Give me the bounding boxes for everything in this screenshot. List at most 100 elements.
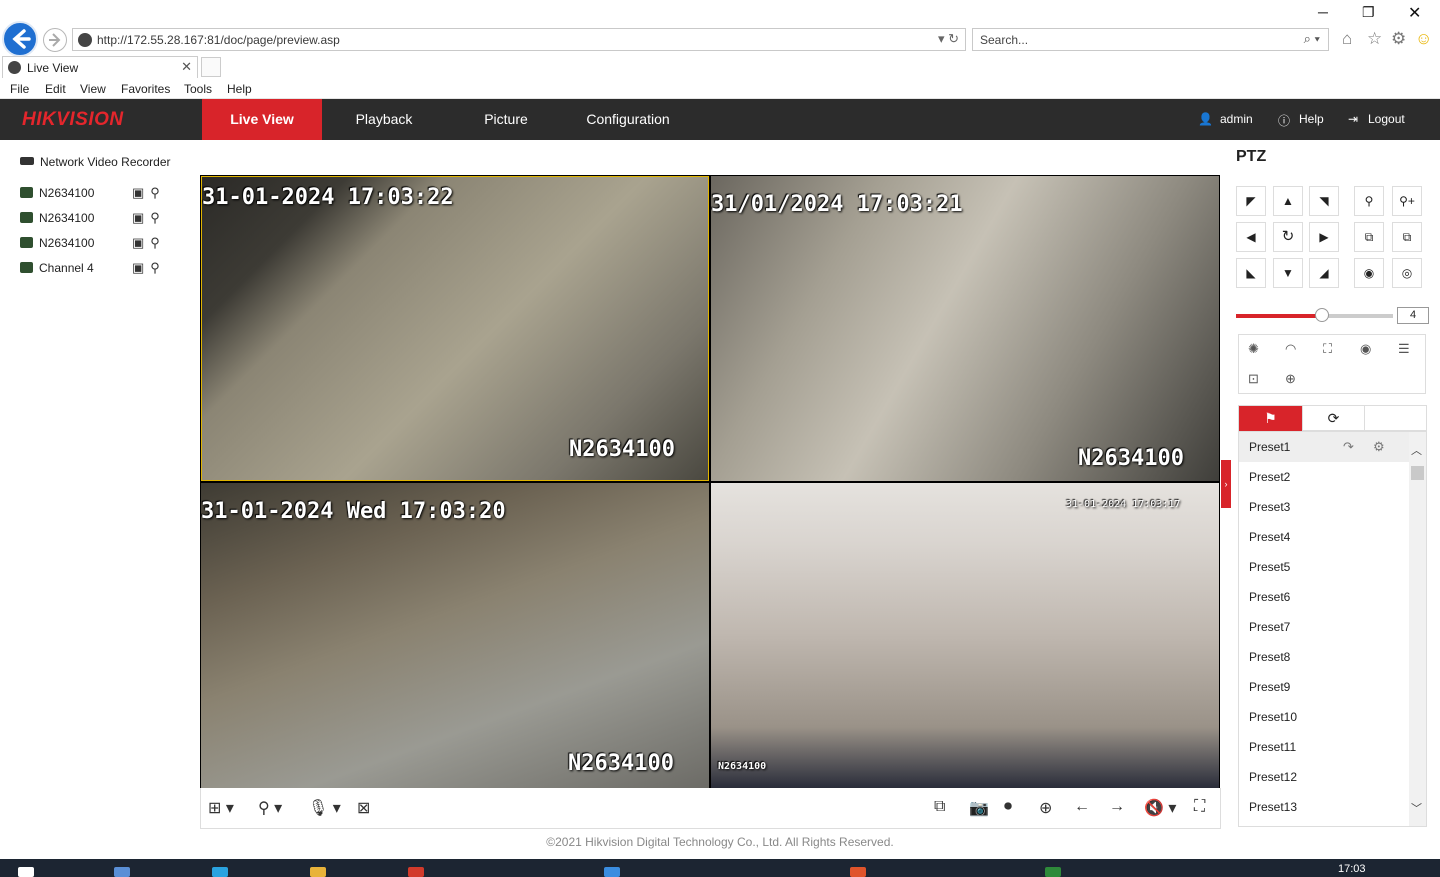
- preset-item[interactable]: Preset2: [1239, 462, 1410, 492]
- close-window-button[interactable]: ✕: [1408, 3, 1421, 23]
- light-icon[interactable]: ✺: [1248, 341, 1259, 357]
- collapse-panel-icon[interactable]: ›: [1221, 460, 1231, 508]
- new-tab-button[interactable]: [201, 57, 221, 77]
- volume-mute-icon[interactable]: 🔇 ▾: [1144, 798, 1176, 818]
- menu-help[interactable]: Help: [227, 82, 252, 96]
- scroll-up-icon[interactable]: ︿: [1411, 442, 1422, 458]
- focus-far-icon[interactable]: ⧉: [1392, 222, 1422, 252]
- home-icon[interactable]: ⌂: [1342, 29, 1352, 49]
- preset-item[interactable]: Preset8: [1239, 642, 1410, 672]
- preset-item[interactable]: Preset4: [1239, 522, 1410, 552]
- back-button[interactable]: [2, 21, 38, 57]
- url-text[interactable]: http://172.55.28.167:81/doc/page/preview…: [97, 33, 340, 47]
- nav-live-view[interactable]: Live View: [202, 99, 322, 140]
- fullscreen-icon[interactable]: ⛶: [1194, 798, 1205, 816]
- start-icon[interactable]: [18, 867, 34, 877]
- iris-close-icon[interactable]: ◉: [1354, 258, 1384, 288]
- preset-item[interactable]: Preset9: [1239, 672, 1410, 702]
- preset-item[interactable]: Preset6: [1239, 582, 1410, 612]
- favorites-star-icon[interactable]: ☆: [1367, 29, 1382, 49]
- username[interactable]: admin: [1220, 112, 1253, 126]
- ptz-down-left-icon[interactable]: ◣: [1236, 258, 1266, 288]
- search-icon[interactable]: ⌕ ▾: [1304, 31, 1320, 47]
- feedback-smiley-icon[interactable]: ☺: [1415, 29, 1432, 49]
- app-icon[interactable]: [408, 867, 424, 877]
- logout-icon[interactable]: ⇥: [1348, 112, 1358, 126]
- ptz-down-icon[interactable]: ▼: [1273, 258, 1303, 288]
- stream-type-icon[interactable]: ⚲ ▾: [258, 798, 282, 818]
- chrome-icon[interactable]: [850, 867, 866, 877]
- aux-focus-icon[interactable]: ⛶: [1323, 341, 1332, 357]
- ptz-down-right-icon[interactable]: ◢: [1309, 258, 1339, 288]
- preset-item[interactable]: Preset3: [1239, 492, 1410, 522]
- ptz-auto-pan-icon[interactable]: ↻: [1273, 222, 1303, 252]
- channel-item[interactable]: N2634100 ▣⚲: [20, 185, 160, 200]
- call-preset-icon[interactable]: ↷: [1343, 432, 1354, 462]
- capture-camera-icon[interactable]: 📷: [969, 798, 989, 818]
- channel-actions-icon[interactable]: ▣⚲: [132, 260, 166, 276]
- forward-button[interactable]: [43, 28, 67, 52]
- logout-link[interactable]: Logout: [1368, 112, 1405, 126]
- wiper-icon[interactable]: ◠: [1285, 341, 1296, 357]
- app-icon[interactable]: [114, 867, 130, 877]
- channel-item[interactable]: N2634100 ▣⚲: [20, 235, 160, 250]
- menu-icon[interactable]: ☰: [1398, 341, 1410, 357]
- preset-item[interactable]: Preset11: [1239, 732, 1410, 762]
- edge-icon[interactable]: [212, 867, 228, 877]
- channel-actions-icon[interactable]: ▣⚲: [132, 235, 166, 251]
- help-link[interactable]: Help: [1299, 112, 1324, 126]
- explorer-icon[interactable]: [310, 867, 326, 877]
- nav-configuration[interactable]: Configuration: [568, 99, 688, 140]
- zoom-in-icon[interactable]: ⚲+: [1392, 186, 1422, 216]
- settings-gear-icon[interactable]: ⚙: [1391, 29, 1406, 49]
- menu-view[interactable]: View: [80, 82, 106, 96]
- channel-actions-icon[interactable]: ▣⚲: [132, 185, 166, 201]
- menu-file[interactable]: File: [10, 82, 29, 96]
- tab-patrol-icon[interactable]: ⟳: [1302, 406, 1365, 431]
- preset-item[interactable]: Preset13: [1239, 792, 1410, 822]
- focus-near-icon[interactable]: ⧉: [1354, 222, 1384, 252]
- channel-actions-icon[interactable]: ▣⚲: [132, 210, 166, 226]
- close-tab-icon[interactable]: ✕: [181, 59, 192, 75]
- menu-favorites[interactable]: Favorites: [121, 82, 170, 96]
- ie-icon[interactable]: [604, 867, 620, 877]
- next-page-icon[interactable]: →: [1109, 798, 1125, 816]
- preset-item[interactable]: Preset7: [1239, 612, 1410, 642]
- maximize-button[interactable]: ❐: [1362, 4, 1375, 21]
- preset-item[interactable]: Preset10: [1239, 702, 1410, 732]
- 3d-zoom-icon[interactable]: ⊕: [1285, 371, 1296, 387]
- preset-scrollbar[interactable]: ︿ ﹀: [1409, 432, 1426, 826]
- channel-item[interactable]: Channel 4 ▣⚲: [20, 260, 160, 275]
- help-icon[interactable]: ⓘ: [1278, 112, 1290, 129]
- ptz-up-right-icon[interactable]: ◥: [1309, 186, 1339, 216]
- window-layout-icon[interactable]: ⊞ ▾: [208, 798, 234, 818]
- disable-all-preview-icon[interactable]: ⊠: [357, 798, 370, 818]
- video-cell[interactable]: 31-01-2024 17:03:17 N2634100: [711, 483, 1219, 788]
- record-icon[interactable]: ⏺: [1004, 798, 1012, 816]
- refresh-icon[interactable]: ▾ ↻: [938, 31, 959, 47]
- preset-item[interactable]: Preset5: [1239, 552, 1410, 582]
- video-cell[interactable]: 31-01-2024 Wed 17:03:20 N2634100: [201, 483, 709, 788]
- ptz-up-icon[interactable]: ▲: [1273, 186, 1303, 216]
- device-tree-root[interactable]: Network Video Recorder: [20, 155, 171, 169]
- excel-icon[interactable]: [1045, 867, 1061, 877]
- menu-tools[interactable]: Tools: [184, 82, 212, 96]
- ptz-speed-value[interactable]: 4: [1397, 307, 1429, 324]
- zoom-icon[interactable]: ⊕: [1039, 798, 1052, 818]
- iris-open-icon[interactable]: ◎: [1392, 258, 1422, 288]
- ptz-right-icon[interactable]: ▶: [1309, 222, 1339, 252]
- ptz-up-left-icon[interactable]: ◤: [1236, 186, 1266, 216]
- ptz-speed-slider[interactable]: [1236, 308, 1393, 322]
- browser-tab[interactable]: Live View ✕: [2, 56, 198, 78]
- channel-item[interactable]: N2634100 ▣⚲: [20, 210, 160, 225]
- minimize-button[interactable]: ─: [1318, 4, 1328, 20]
- lens-init-icon[interactable]: ◉: [1360, 341, 1371, 357]
- nav-playback[interactable]: Playback: [324, 99, 444, 140]
- address-bar[interactable]: http://172.55.28.167:81/doc/page/preview…: [72, 28, 966, 51]
- video-cell[interactable]: 31/01/2024 17:03:21 N2634100: [711, 176, 1219, 481]
- zoom-out-icon[interactable]: ⚲: [1354, 186, 1384, 216]
- scroll-thumb[interactable]: [1411, 466, 1424, 480]
- multi-window-icon[interactable]: ⧉: [934, 798, 945, 816]
- nav-picture[interactable]: Picture: [446, 99, 566, 140]
- ptz-left-icon[interactable]: ◀: [1236, 222, 1266, 252]
